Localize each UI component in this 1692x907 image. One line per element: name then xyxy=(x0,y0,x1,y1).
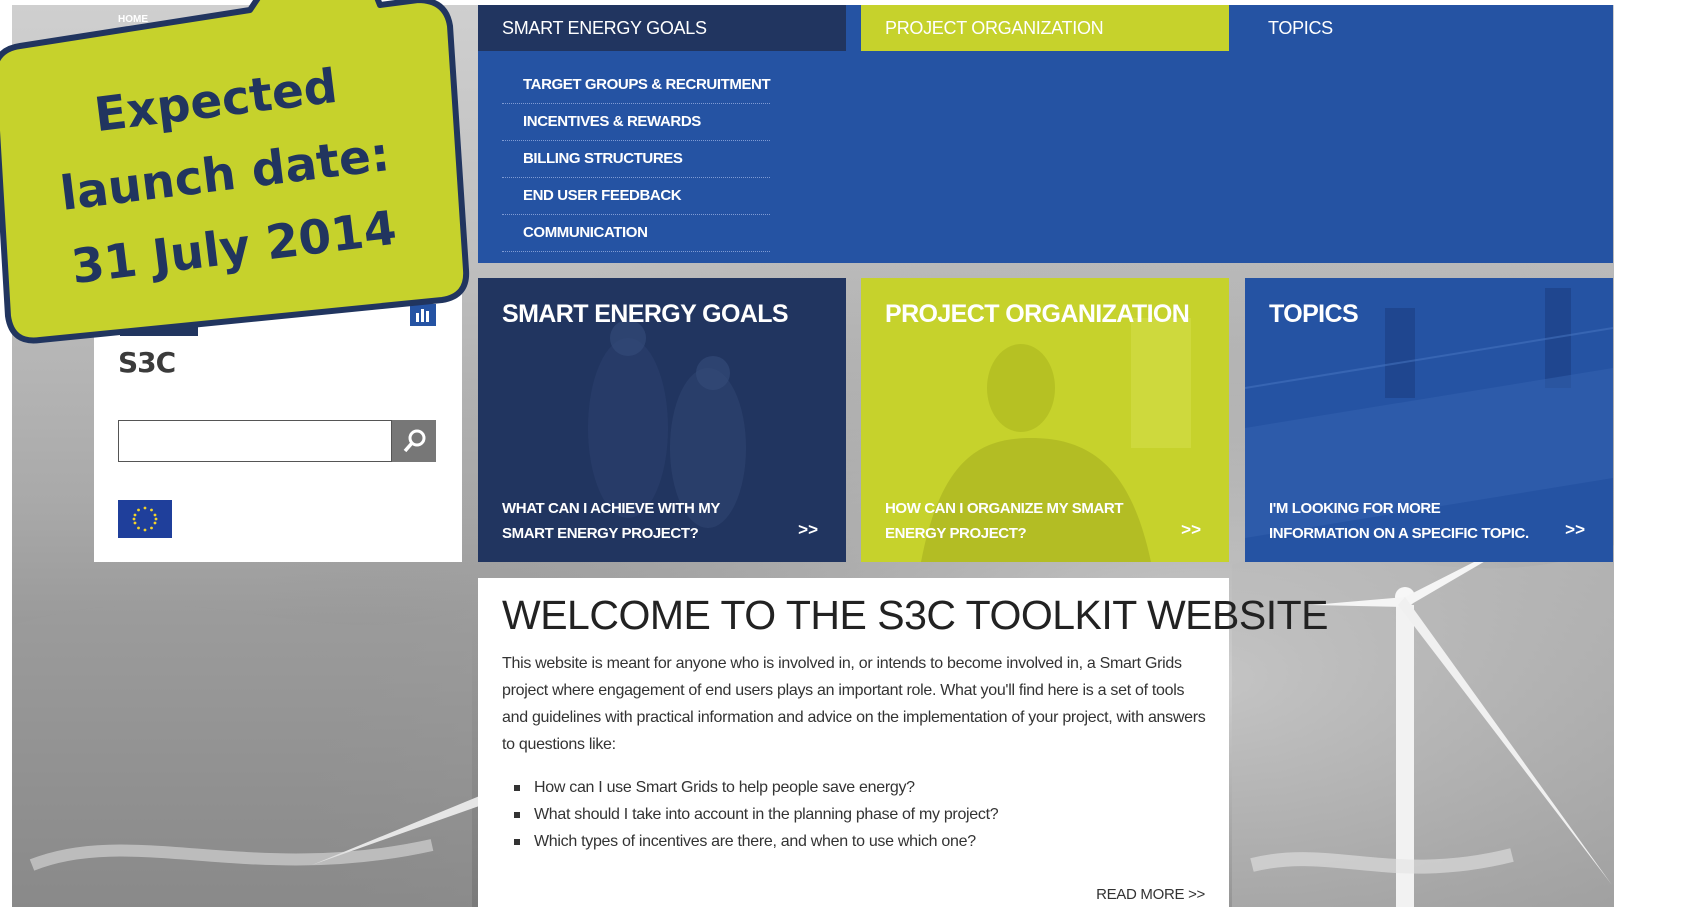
card-title: SMART ENERGY GOALS xyxy=(502,300,789,328)
tab-smart-energy-goals[interactable]: SMART ENERGY GOALS xyxy=(478,5,846,51)
main-navigation: SMART ENERGY GOALS PROJECT ORGANIZATION … xyxy=(478,5,1613,263)
intro-text: This website is meant for anyone who is … xyxy=(502,655,1206,753)
read-more-link[interactable]: READ MORE >> xyxy=(1096,886,1205,903)
list-item: How can I use Smart Grids to help people… xyxy=(502,774,998,801)
card-topics[interactable]: TOPICS I'M LOOKING FOR MORE INFORMATION … xyxy=(1245,278,1613,562)
card-project-organization[interactable]: PROJECT ORGANIZATION HOW CAN I ORGANIZE … xyxy=(861,278,1229,562)
submenu: TARGET GROUPS & RECRUITMENT INCENTIVES &… xyxy=(502,67,771,252)
card-smart-energy-goals[interactable]: SMART ENERGY GOALS WHAT CAN I ACHIEVE WI… xyxy=(478,278,846,562)
submenu-item-target-groups[interactable]: TARGET GROUPS & RECRUITMENT xyxy=(502,67,771,104)
card-arrow[interactable]: >> xyxy=(798,520,818,540)
list-item: What should I take into account in the p… xyxy=(502,801,999,828)
submenu-item-billing[interactable]: BILLING STRUCTURES xyxy=(502,141,771,178)
card-subtitle: I'M LOOKING FOR MORE INFORMATION ON A SP… xyxy=(1269,500,1529,542)
search-button[interactable] xyxy=(392,420,436,462)
tab-project-organization[interactable]: PROJECT ORGANIZATION xyxy=(861,5,1229,51)
list-item: Which types of incentives are there, and… xyxy=(502,828,998,855)
card-arrow[interactable]: >> xyxy=(1181,520,1201,540)
page-title: WELCOME TO THE S3C TOOLKIT WEBSITE xyxy=(502,592,1328,638)
question-list: How can I use Smart Grids to help people… xyxy=(502,774,999,855)
welcome-section: WELCOME TO THE S3C TOOLKIT WEBSITE This … xyxy=(478,578,1328,907)
tab-topics[interactable]: TOPICS xyxy=(1244,5,1612,51)
eu-flag-icon xyxy=(118,500,172,538)
sticker-text: Expected launch date: 31 July 2014 xyxy=(28,42,422,307)
submenu-item-feedback[interactable]: END USER FEEDBACK xyxy=(502,178,771,215)
card-title: PROJECT ORGANIZATION xyxy=(885,300,1190,328)
card-title: TOPICS xyxy=(1269,300,1359,328)
card-subtitle: HOW CAN I ORGANIZE MY SMART ENERGY PROJE… xyxy=(885,500,1124,542)
launch-date-sticker: Expected launch date: 31 July 2014 xyxy=(0,0,480,360)
search-icon xyxy=(403,429,426,453)
card-arrow[interactable]: >> xyxy=(1565,520,1585,540)
submenu-item-incentives[interactable]: INCENTIVES & REWARDS xyxy=(502,104,771,141)
search-input[interactable] xyxy=(118,420,392,462)
card-subtitle: WHAT CAN I ACHIEVE WITH MY SMART ENERGY … xyxy=(502,500,720,542)
submenu-item-communication[interactable]: COMMUNICATION xyxy=(502,215,771,252)
